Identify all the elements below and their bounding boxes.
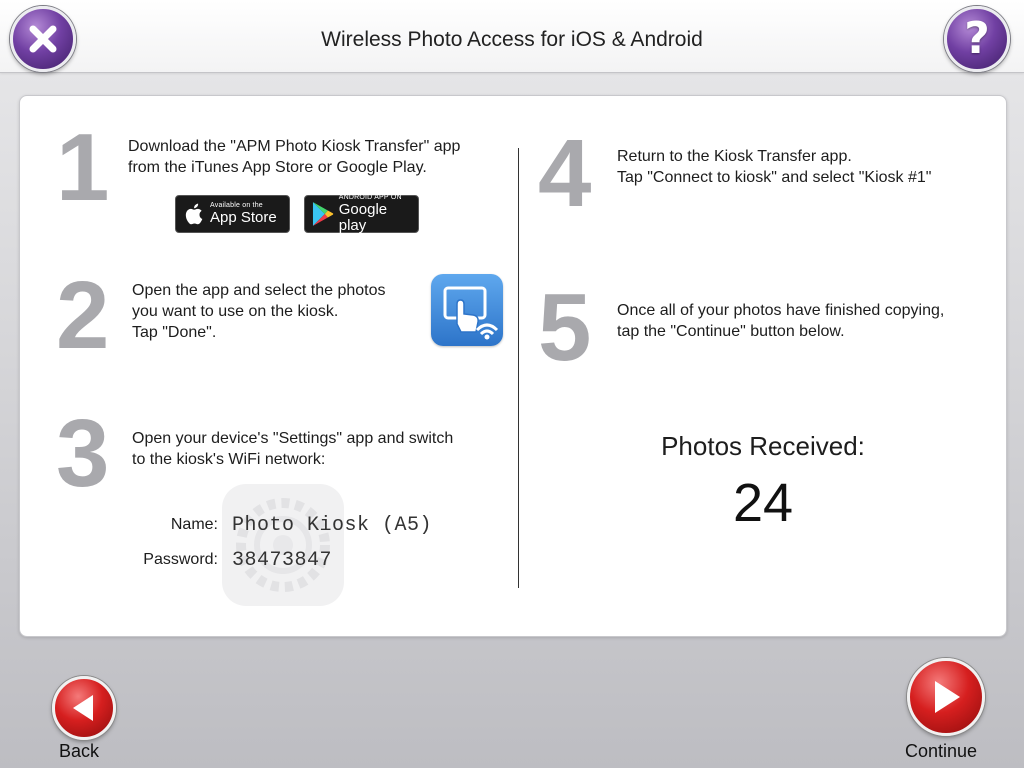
step-5-number: 5 [538,274,592,381]
step-1-line-1: Download the "APM Photo Kiosk Transfer" … [128,138,461,155]
step-4-line-1: Return to the Kiosk Transfer app. [617,148,852,165]
column-divider [518,148,519,588]
step-3-number: 3 [56,400,110,507]
wifi-name-label: Name: [170,516,218,533]
step-2-number: 2 [56,262,110,369]
kiosk-transfer-app-icon [431,274,503,346]
step-5-line-1: Once all of your photos have finished co… [617,302,945,319]
step-5-text: Once all of your photos have finished co… [617,300,944,342]
step-3-line-2: to the kiosk's WiFi network: [132,451,326,468]
google-play-badge-large-text: Google play [338,201,388,234]
google-play-logo-icon [312,202,334,226]
step-2-line-3: Tap "Done". [132,324,217,341]
settings-gear-watermark [222,484,344,606]
photos-received-count: 24 [732,473,794,533]
back-label[interactable]: Back [59,741,99,762]
step-4-line-2: Tap "Connect to kiosk" and select "Kiosk… [617,169,932,186]
header-bar: Wireless Photo Access for iOS & Android [0,0,1024,73]
app-store-badge-large-text: App Store [210,209,277,226]
continue-button[interactable] [907,658,985,736]
step-1-number: 1 [56,114,110,221]
close-button[interactable] [10,6,76,72]
step-1-text: Download the "APM Photo Kiosk Transfer" … [128,136,460,178]
question-mark-icon: ? [964,13,990,64]
app-store-badge[interactable]: Available on the App Store [175,195,290,233]
step-3-text: Open your device's "Settings" app and sw… [132,428,453,470]
photos-received-label: Photos Received: [661,431,865,461]
step-4-number: 4 [538,120,592,227]
back-button[interactable] [52,676,116,740]
wifi-password-value: 38473847 [232,549,333,572]
step-2-line-2: you want to use on the kiosk. [132,303,339,320]
step-2-line-1: Open the app and select the photos [132,282,386,299]
wifi-name-value: Photo Kiosk (A5) [232,514,433,537]
arrow-left-icon [73,695,93,721]
close-x-icon [29,25,57,53]
touch-wifi-icon [443,286,499,340]
wifi-password-label: Password: [143,551,218,568]
instructions-card: 1 Download the "APM Photo Kiosk Transfer… [19,95,1007,637]
arrow-right-icon [935,681,960,713]
continue-label[interactable]: Continue [905,741,977,762]
step-2-text: Open the app and select the photos you w… [132,280,386,343]
step-3-line-1: Open your device's "Settings" app and sw… [132,430,454,447]
google-play-badge[interactable]: ANDROID APP ON Google play [304,194,419,234]
page-title: Wireless Photo Access for iOS & Android [321,28,703,51]
step-5-line-2: tap the "Continue" button below. [617,323,845,340]
apple-logo-icon [185,203,203,225]
step-4-text: Return to the Kiosk Transfer app. Tap "C… [617,146,931,188]
settings-gear-icon [236,498,330,592]
step-1-line-2: from the iTunes App Store or Google Play… [128,159,427,176]
help-button[interactable]: ? [944,6,1010,72]
